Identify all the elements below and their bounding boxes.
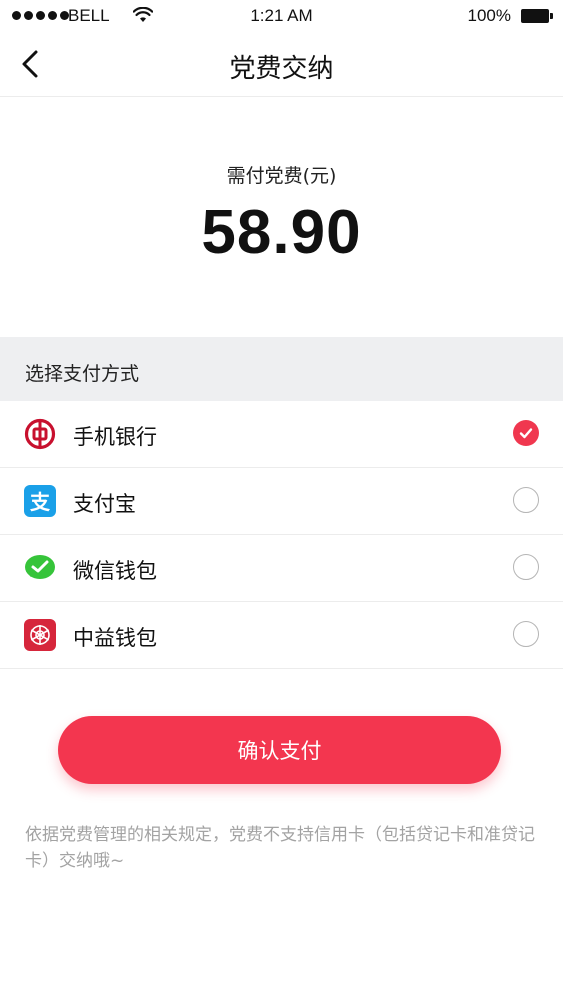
- confirm-payment-button[interactable]: 确认支付: [58, 716, 501, 784]
- payment-option-label: 支付宝: [73, 492, 136, 516]
- payment-option-label: 中益钱包: [73, 626, 157, 650]
- battery-icon: [521, 9, 553, 23]
- payment-option-zhongyi-wallet[interactable]: 中益钱包: [0, 602, 563, 669]
- payment-section-title: 选择支付方式: [25, 363, 140, 385]
- payment-option-wechat[interactable]: 微信钱包: [0, 535, 563, 602]
- alipay-icon: 支: [24, 485, 56, 517]
- screen: BELL 1:21 AM 100% 党费交纳 需付党费(元) 58.90 选择支…: [0, 0, 563, 1000]
- nav-bar: 党费交纳: [0, 32, 563, 97]
- battery-percentage: 100%: [467, 6, 511, 25]
- bank-of-china-icon: [24, 418, 56, 450]
- zhongyi-wallet-icon: [24, 619, 56, 651]
- radio-checked-icon[interactable]: [513, 420, 539, 446]
- amount-value: 58.90: [201, 198, 362, 267]
- payment-section-header: 选择支付方式: [0, 337, 563, 401]
- payment-method-list: 手机银行 支 支付宝 微信钱包 中益钱包: [0, 401, 563, 669]
- amount-label: 需付党费(元): [226, 165, 337, 187]
- credit-card-notice: 依据党费管理的相关规定，党费不支持信用卡（包括贷记卡和准贷记卡）交纳哦~: [25, 825, 535, 871]
- radio-unchecked-icon[interactable]: [513, 554, 539, 580]
- radio-unchecked-icon[interactable]: [513, 621, 539, 647]
- payment-option-label: 手机银行: [73, 425, 157, 449]
- radio-unchecked-icon[interactable]: [513, 487, 539, 513]
- payment-option-label: 微信钱包: [73, 559, 157, 583]
- status-bar: BELL 1:21 AM 100%: [0, 0, 563, 32]
- page-title: 党费交纳: [229, 54, 334, 84]
- amount-section: 需付党费(元) 58.90: [0, 97, 563, 337]
- payment-option-mobile-bank[interactable]: 手机银行: [0, 401, 563, 468]
- wechat-icon: [24, 552, 56, 584]
- payment-option-alipay[interactable]: 支 支付宝: [0, 468, 563, 535]
- svg-text:支: 支: [30, 490, 51, 514]
